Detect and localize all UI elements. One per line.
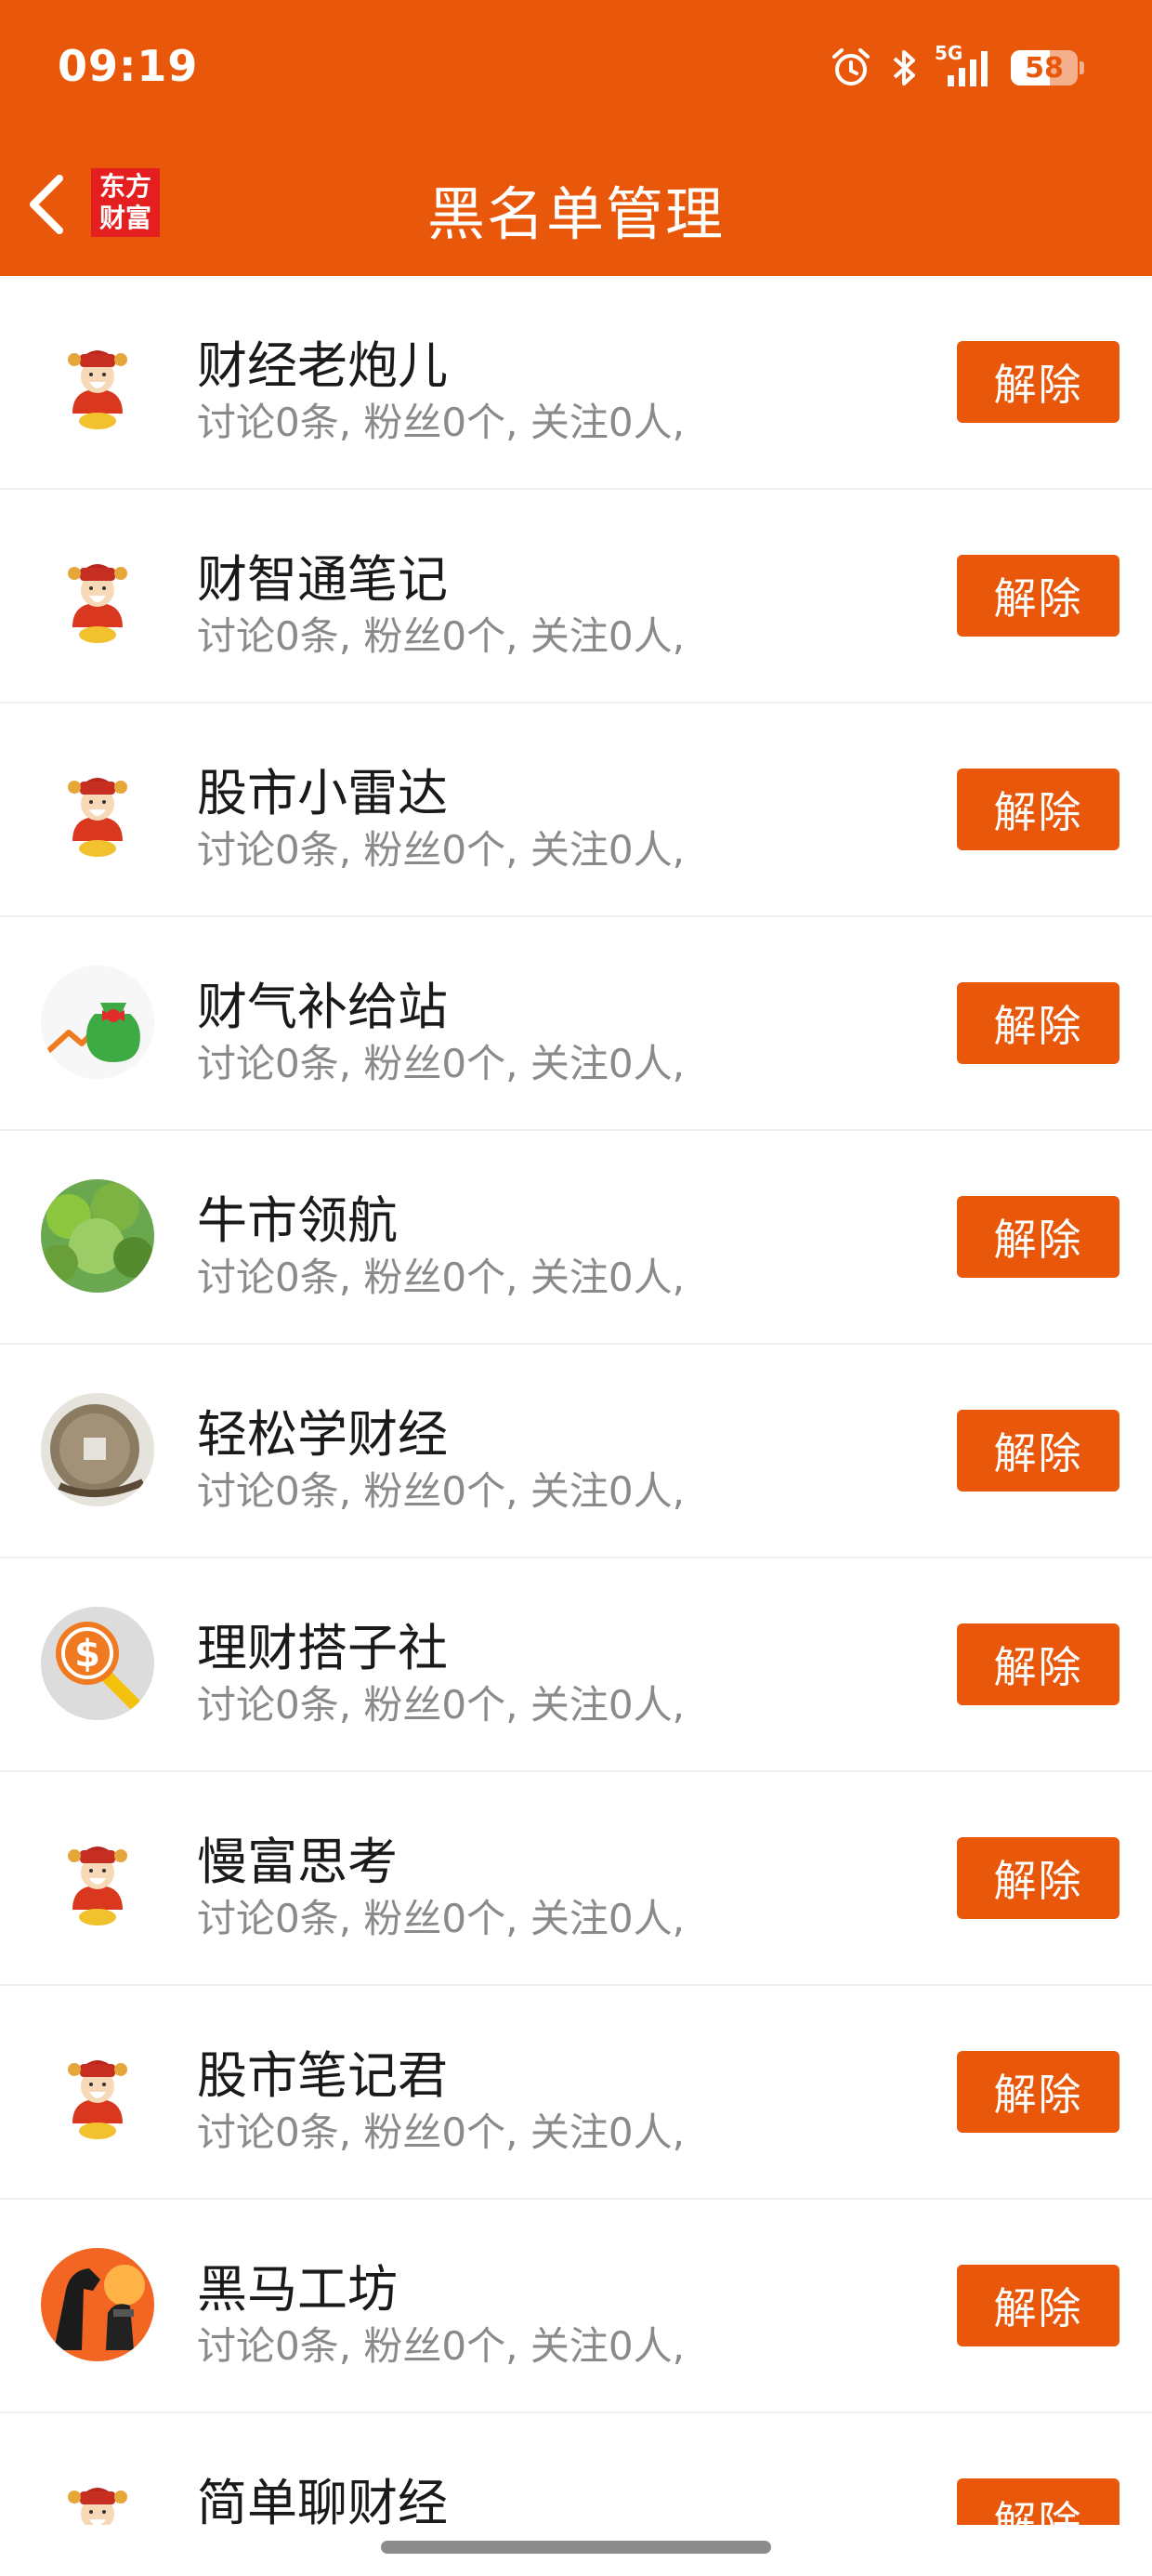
user-name[interactable]: 简单聊财经	[197, 2462, 448, 2525]
list-item[interactable]: $ 理财搭子社 讨论0条, 粉丝0个, 关注0人, 解除	[0, 1558, 1152, 1772]
user-stats: 讨论0条, 粉丝0个, 关注0人,	[197, 1468, 685, 1514]
home-indicator[interactable]	[381, 2541, 771, 2554]
fortune-god-avatar[interactable]	[41, 2462, 154, 2525]
list-item[interactable]: 股市小雷达 讨论0条, 粉丝0个, 关注0人, 解除	[0, 703, 1152, 917]
list-item[interactable]: 慢富思考 讨论0条, 粉丝0个, 关注0人, 解除	[0, 1772, 1152, 1986]
list-item[interactable]: 轻松学财经 讨论0条, 粉丝0个, 关注0人, 解除	[0, 1345, 1152, 1558]
list-item[interactable]: 财智通笔记 讨论0条, 粉丝0个, 关注0人, 解除	[0, 490, 1152, 703]
unblock-button[interactable]: 解除	[957, 1410, 1119, 1492]
status-time: 09:19	[58, 41, 199, 91]
dark-horse-avatar[interactable]	[41, 2248, 154, 2361]
bluetooth-icon	[893, 50, 915, 85]
dollar-magnifier-avatar[interactable]: $	[41, 1607, 154, 1720]
page-title: 黑名单管理	[426, 180, 725, 248]
blacklist: 财经老炮儿 讨论0条, 粉丝0个, 关注0人, 解除 财智通笔记 讨论0条, 粉丝0个…	[0, 276, 1152, 2525]
user-stats: 讨论0条, 粉丝0个, 关注0人,	[197, 1896, 685, 1941]
unblock-button[interactable]: 解除	[957, 769, 1119, 850]
battery-level: 58	[1025, 51, 1064, 85]
user-name[interactable]: 股市小雷达	[197, 752, 448, 825]
list-item[interactable]: 黑马工坊 讨论0条, 粉丝0个, 关注0人, 解除	[0, 2200, 1152, 2413]
unblock-button[interactable]: 解除	[957, 982, 1119, 1064]
unblock-button[interactable]: 解除	[957, 1196, 1119, 1278]
unblock-button[interactable]: 解除	[957, 2051, 1119, 2133]
user-name[interactable]: 理财搭子社	[197, 1607, 448, 1680]
user-stats: 讨论0条, 粉丝0个, 关注0人,	[197, 1041, 685, 1086]
svg-text:$: $	[74, 1633, 100, 1676]
ancient-coin-avatar[interactable]	[41, 1393, 154, 1506]
user-name[interactable]: 牛市领航	[197, 1179, 398, 1253]
user-stats: 讨论0条, 粉丝0个, 关注0人,	[197, 2109, 685, 2155]
user-stats: 讨论0条, 粉丝0个, 关注0人,	[197, 1255, 685, 1300]
fortune-god-avatar[interactable]	[41, 2034, 154, 2148]
unblock-button[interactable]: 解除	[957, 2265, 1119, 2346]
fortune-god-avatar[interactable]	[41, 752, 154, 865]
unblock-button[interactable]: 解除	[957, 1837, 1119, 1919]
fortune-god-avatar[interactable]	[41, 1820, 154, 1934]
user-stats: 讨论0条, 粉丝0个, 关注0人,	[197, 827, 685, 873]
list-item[interactable]: 财气补给站 讨论0条, 粉丝0个, 关注0人, 解除	[0, 917, 1152, 1131]
user-name[interactable]: 黑马工坊	[197, 2248, 398, 2321]
user-name[interactable]: 股市笔记君	[197, 2034, 448, 2108]
unblock-button[interactable]: 解除	[957, 1623, 1119, 1705]
signal-icon: 5G	[935, 42, 994, 90]
fortune-god-avatar[interactable]	[41, 324, 154, 438]
list-item[interactable]: 股市笔记君 讨论0条, 粉丝0个, 关注0人, 解除	[0, 1986, 1152, 2200]
status-icons: 5G 58	[829, 42, 1084, 91]
list-item[interactable]: 财经老炮儿 讨论0条, 粉丝0个, 关注0人, 解除	[0, 276, 1152, 490]
alarm-icon	[832, 48, 870, 85]
list-item[interactable]: 简单聊财经讨论0条, 粉丝0个, 关注0人,解除	[0, 2413, 1152, 2525]
lettuce-avatar[interactable]	[41, 1179, 154, 1293]
user-name[interactable]: 财智通笔记	[197, 538, 448, 611]
unblock-button[interactable]: 解除	[957, 2478, 1119, 2525]
user-stats: 讨论0条, 粉丝0个, 关注0人,	[197, 400, 685, 445]
list-item[interactable]: 牛市领航 讨论0条, 粉丝0个, 关注0人, 解除	[0, 1131, 1152, 1345]
fortune-god-avatar[interactable]	[41, 538, 154, 651]
user-stats: 讨论0条, 粉丝0个, 关注0人,	[197, 2323, 685, 2369]
user-stats: 讨论0条, 粉丝0个, 关注0人,	[197, 1682, 685, 1728]
user-name[interactable]: 慢富思考	[197, 1820, 398, 1894]
header-bar: 09:19 5G 58 东方 财富 黑名单管理	[0, 0, 1152, 276]
user-name[interactable]: 轻松学财经	[197, 1393, 448, 1466]
money-bag-avatar[interactable]	[41, 966, 154, 1079]
user-stats: 讨论0条, 粉丝0个, 关注0人,	[197, 613, 685, 659]
user-name[interactable]: 财气补给站	[197, 966, 448, 1039]
unblock-button[interactable]: 解除	[957, 341, 1119, 423]
unblock-button[interactable]: 解除	[957, 555, 1119, 637]
battery-indicator: 58	[1011, 50, 1084, 85]
user-name[interactable]: 财经老炮儿	[197, 324, 448, 398]
